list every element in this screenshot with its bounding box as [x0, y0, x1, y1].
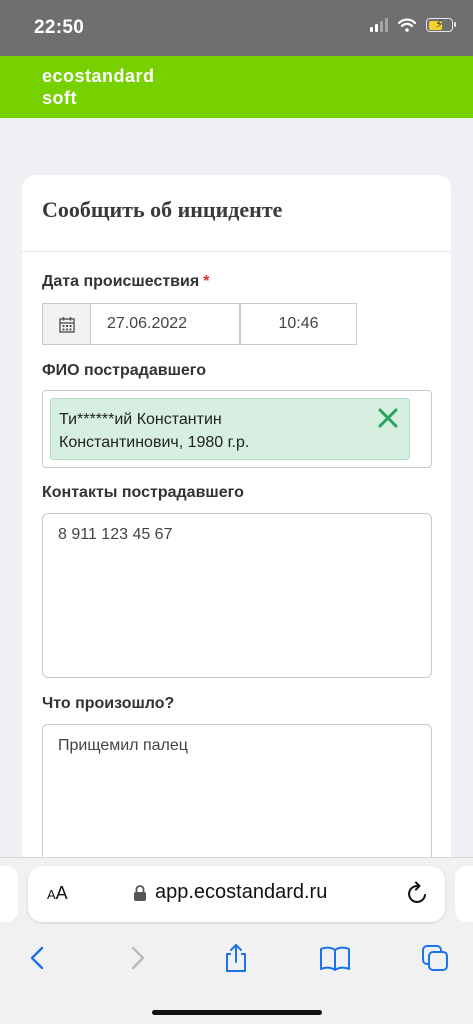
aa-large: A [55, 883, 68, 903]
wifi-icon [398, 18, 416, 32]
what-happened-value: Прищемил палец [58, 737, 188, 754]
required-mark: * [203, 273, 210, 290]
incident-form-card: Сообщить об инциденте Дата происшествия *… [22, 175, 451, 904]
next-tab-preview[interactable] [455, 866, 473, 922]
reload-icon[interactable] [407, 881, 429, 910]
address-bar[interactable]: AA app.ecostandard.ru [28, 866, 445, 922]
fio-select[interactable]: Ти******ий Константин Константинович, 19… [42, 390, 432, 468]
title-divider [22, 251, 451, 252]
fio-line1: Ти******ий Константин [59, 411, 222, 428]
back-icon[interactable] [17, 938, 57, 978]
url-text: app.ecostandard.ru [155, 881, 328, 903]
date-label-text: Дата происшествия [42, 273, 200, 290]
fio-line2: Константинович, 1980 г.р. [59, 434, 250, 451]
time-input[interactable]: 10:46 [240, 303, 357, 345]
battery-icon: ⚡ [426, 17, 456, 32]
signal-icon [370, 18, 388, 32]
forward-icon[interactable] [118, 938, 158, 978]
form-title: Сообщить об инциденте [42, 197, 283, 222]
brand-header: ecostandard soft [0, 56, 473, 118]
contacts-textarea[interactable]: 8 911 123 45 67 [42, 513, 432, 678]
brand-line1: ecostandard [42, 66, 155, 86]
what-happened-label: Что произошло? [42, 695, 175, 712]
fio-label: ФИО пострадавшего [42, 362, 207, 379]
reader-settings-button[interactable]: AA [47, 883, 68, 904]
contacts-label: Контакты пострадавшего [42, 484, 244, 501]
tabs-icon[interactable] [415, 938, 455, 978]
home-indicator [152, 1010, 322, 1015]
date-label: Дата происшествия * [42, 273, 209, 291]
aa-small: A [47, 887, 56, 902]
status-icons: ⚡ [370, 17, 456, 32]
browser-nav-row [0, 938, 473, 978]
status-time: 22:50 [34, 17, 85, 38]
brand-line2: soft [42, 88, 77, 108]
calendar-icon[interactable] [43, 304, 91, 344]
time-value: 10:46 [278, 315, 319, 332]
share-icon[interactable] [216, 938, 256, 978]
status-bar: 22:50 ⚡ [0, 0, 473, 56]
contacts-value: 8 911 123 45 67 [58, 526, 173, 543]
brand-logo[interactable]: ecostandard soft [42, 65, 155, 109]
browser-toolbar: AA app.ecostandard.ru [0, 857, 473, 1024]
fio-selected-tag: Ти******ий Константин Константинович, 19… [50, 398, 410, 460]
close-icon[interactable] [375, 405, 401, 431]
lock-icon [134, 884, 146, 901]
date-input[interactable]: 27.06.2022 [42, 303, 240, 345]
bookmarks-icon[interactable] [315, 938, 355, 978]
previous-tab-preview[interactable] [0, 866, 18, 922]
date-value: 27.06.2022 [107, 315, 188, 332]
url-display[interactable]: app.ecostandard.ru [133, 881, 327, 904]
